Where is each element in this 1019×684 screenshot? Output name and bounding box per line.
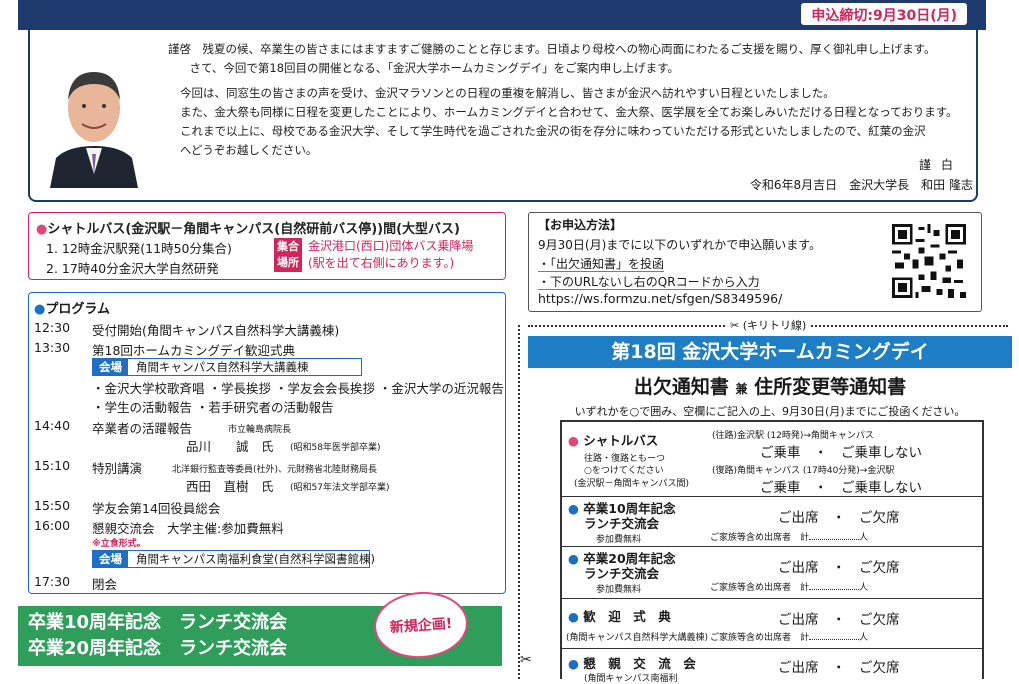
program-desc: 閉会 — [92, 577, 118, 592]
attendance-choice[interactable]: ご出席 ・ ご欠席 — [778, 506, 900, 526]
venue-name: 角間キャンパス南福利食堂(自然科学図書館棟) — [136, 552, 375, 566]
outbound-choice[interactable]: ご乗車 ・ ご乗車しない — [760, 441, 922, 461]
form-row-label: ● 卒業10周年記念 — [568, 501, 676, 516]
speaker-name: 西田 直樹 氏 — [186, 479, 274, 494]
letter-line: 謹啓 残夏の候、卒業生の皆さまにはますますご健勝のことと存じます。日頃より母校へ… — [168, 42, 936, 56]
application-option: ・「出欠通知書」を投函 — [538, 257, 665, 272]
application-instruction: 9月30日(月)までに以下のいずれかで申込願います。 — [538, 238, 822, 252]
vertical-cut-line — [518, 325, 520, 679]
speaker-note: (昭和57年法文学部卒業) — [290, 483, 390, 493]
speaker-affiliation: 市立輪島病院長 — [228, 425, 292, 435]
inbound-choice[interactable]: ご乗車 ・ ご乗車しない — [760, 476, 922, 496]
program-desc: 特別講演 — [92, 461, 143, 476]
venue-tag: 会場 — [93, 551, 128, 567]
standing-note: ※立食形式。 — [92, 539, 146, 549]
attendee-count[interactable]: ご家族等含め出席者 計人 — [710, 580, 868, 593]
ceremony-contents: ・学生の活動報告 ・若手研究者の活動報告 — [92, 400, 334, 415]
speaker-affiliation: 北洋銀行監査等委員(社外)、元財務省北陸財務局長 — [172, 465, 378, 475]
ceremony-contents: ・金沢大学校歌斉唱 ・学長挨拶 ・学友会会長挨拶 ・金沢大学の近況報告 — [92, 381, 504, 396]
program-desc: 受付開始(角間キャンパス自然科学大講義棟) — [92, 323, 340, 338]
row-divider — [560, 648, 984, 649]
program-title: ●プログラム — [34, 302, 110, 317]
letter-line: へどうぞお越しください。 — [180, 143, 318, 157]
program-time: 13:30 — [34, 340, 71, 355]
bullet-icon: ● — [34, 302, 46, 317]
attendance-choice[interactable]: ご出席 ・ ご欠席 — [778, 656, 900, 676]
outbound-route: (往路)金沢駅 (12時発)→角間キャンパス — [712, 431, 874, 441]
form-instruction: いずれかを○で囲み、空欄にご記入の上、9月30日(月)までにご投函ください。 — [574, 405, 966, 418]
count-blank[interactable] — [809, 589, 860, 590]
letter-body: 謹啓 残夏の候、卒業生の皆さまにはますますご健勝のことと存じます。日頃より母校へ… — [168, 40, 968, 160]
form-row-sub: (角間キャンパス南福利 — [584, 674, 678, 684]
program-time: 14:40 — [34, 418, 71, 433]
attendee-count[interactable]: ご家族等含め出席者 計人 — [710, 530, 868, 543]
shuttle-departure-1: 1. 12時金沢駅発(11時50分集合) — [46, 241, 232, 256]
fee-note: 参加費無料 — [596, 585, 642, 595]
program-time: 16:00 — [34, 518, 71, 533]
meeting-place: 金沢港口(西口)団体バス乗降場 (駅を出て右側にあります。) — [308, 239, 474, 270]
venue-box: 会場 角間キャンパス自然科学大講義棟 — [92, 358, 362, 376]
count-blank[interactable] — [809, 539, 860, 540]
bullet-icon: ● — [568, 656, 579, 671]
closing-word: 謹白 — [918, 158, 963, 172]
form-row-label: ● 懇 親 交 流 会 — [568, 656, 696, 671]
letter-line: また、金大祭も同様に日程を変更したことにより、ホームカミングデイと合わせて、金大… — [180, 105, 958, 119]
program-desc: 卒業者の活躍報告 — [92, 421, 193, 436]
form-row-sub: (金沢駅－角間キャンパス間) — [574, 479, 690, 489]
program-desc: 懇親交流会 大学主催:参加費無料 — [92, 521, 284, 536]
letter-signature: 令和6年8月吉日 金沢大学長 和田 隆志 — [749, 178, 973, 192]
application-url[interactable]: https://ws.formzu.net/sfgen/S8349596/ — [538, 291, 782, 306]
letter-line: これまで以上に、母校である金沢大学、そして学生時代を過ごされた金沢の街を存分に味… — [180, 124, 926, 138]
qr-code[interactable] — [892, 224, 966, 298]
row-divider — [560, 598, 984, 599]
form-row-label: ● 卒業20周年記念 — [568, 551, 676, 566]
program-time: 15:10 — [34, 458, 71, 473]
attendee-count[interactable]: ご家族等含め出席者 計人 — [710, 630, 868, 643]
row-divider — [560, 496, 984, 497]
deadline-badge: 申込締切:9月30日(月) — [801, 3, 967, 25]
letter-line: 今回は、同窓生の皆さまの声を受け、金沢マラソンとの日程の重複を解消し、皆さまが金… — [180, 86, 835, 100]
inbound-route: (復路)角間キャンパス (17時40分発)→金沢駅 — [712, 466, 895, 476]
scissors-icon: ✂ — [520, 652, 532, 668]
president-portrait — [48, 50, 140, 188]
scissors-icon: ✂ — [730, 319, 740, 332]
meeting-place-tag: 集合場所 — [274, 238, 302, 272]
shuttle-departure-2: 2. 17時40分金沢大学自然研発 — [46, 261, 219, 276]
bullet-icon: ● — [568, 551, 579, 566]
bullet-icon: ● — [36, 222, 48, 237]
speaker-note: (昭和58年医学部卒業) — [290, 443, 381, 453]
program-desc: 第18回ホームカミングデイ歓迎式典 — [92, 343, 296, 358]
program-time: 17:30 — [34, 574, 71, 589]
venue-name: 角間キャンパス自然科学大講義棟 — [136, 360, 309, 374]
form-row-label: ランチ交流会 — [584, 516, 660, 531]
application-option: ・下のURLないし右のQRコードから入力 — [538, 275, 760, 290]
bullet-icon: ● — [568, 609, 579, 624]
form-row-sub: ○をつけてください — [584, 466, 664, 476]
program-desc: 学友会第14回役員総会 — [92, 501, 221, 516]
program-time: 12:30 — [34, 320, 71, 335]
application-title: 【お申込方法】 — [538, 218, 623, 232]
form-row-label: ● 歓 迎 式 典 — [568, 609, 671, 624]
venue-tag: 会場 — [93, 359, 128, 375]
count-blank[interactable] — [809, 639, 860, 640]
speaker-name: 品川 誠 氏 — [186, 439, 274, 454]
program-time: 15:50 — [34, 498, 71, 513]
form-header-band: 第18回 金沢大学ホームカミングデイ — [528, 336, 1012, 368]
form-row-label: ランチ交流会 — [584, 566, 660, 581]
form-row-sub: (角間キャンパス自然科学大講義棟) — [566, 633, 709, 643]
form-title: 出欠通知書 兼 住所変更等通知書 — [633, 376, 907, 398]
attendance-choice[interactable]: ご出席 ・ ご欠席 — [778, 608, 900, 628]
attendance-choice[interactable]: ご出席 ・ ご欠席 — [778, 556, 900, 576]
cut-label: ✂ (キリトリ線) — [726, 317, 811, 333]
bullet-icon: ● — [568, 433, 579, 448]
fee-note: 参加費無料 — [596, 535, 642, 545]
venue-box: 会場 角間キャンパス南福利食堂(自然科学図書館棟) — [92, 550, 375, 568]
letter-line: さて、今回で第18回目の開催となる、「金沢大学ホームカミングデイ」をご案内申し上… — [178, 61, 679, 75]
bullet-icon: ● — [568, 501, 579, 516]
row-divider — [560, 546, 984, 547]
form-row-label: ● シャトルバス — [568, 433, 659, 448]
shuttle-title: ●シャトルバス(金沢駅－角間キャンパス(自然研前バス停))間(大型バス) — [36, 222, 460, 237]
